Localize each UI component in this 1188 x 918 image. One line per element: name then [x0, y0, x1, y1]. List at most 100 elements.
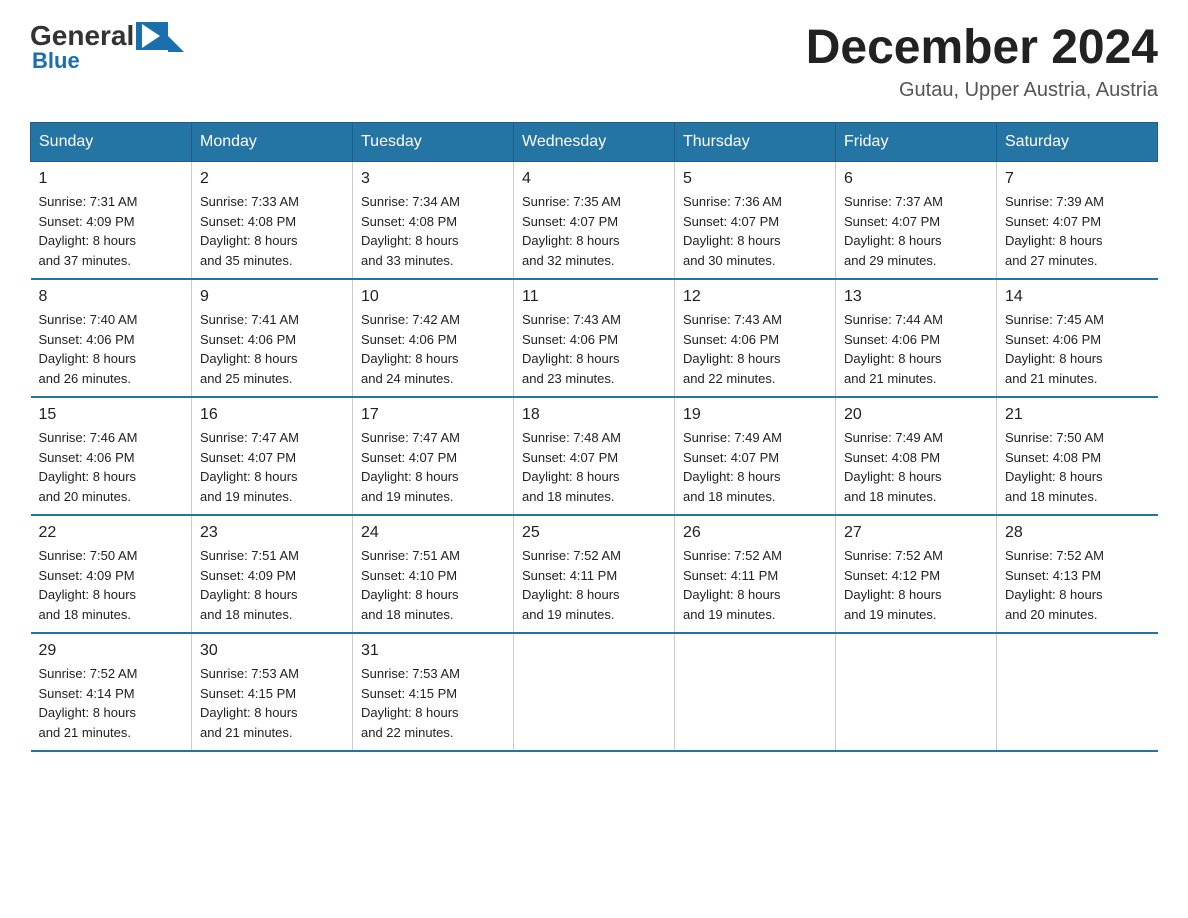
day-number: 2 [200, 170, 344, 188]
day-info: Sunrise: 7:33 AMSunset: 4:08 PMDaylight:… [200, 194, 299, 268]
day-number: 17 [361, 406, 505, 424]
day-number: 15 [39, 406, 184, 424]
calendar-cell: 27 Sunrise: 7:52 AMSunset: 4:12 PMDaylig… [836, 515, 997, 633]
calendar-cell: 13 Sunrise: 7:44 AMSunset: 4:06 PMDaylig… [836, 279, 997, 397]
calendar-cell [836, 633, 997, 751]
day-info: Sunrise: 7:42 AMSunset: 4:06 PMDaylight:… [361, 312, 460, 386]
day-info: Sunrise: 7:52 AMSunset: 4:13 PMDaylight:… [1005, 548, 1104, 622]
day-info: Sunrise: 7:44 AMSunset: 4:06 PMDaylight:… [844, 312, 943, 386]
calendar-cell: 12 Sunrise: 7:43 AMSunset: 4:06 PMDaylig… [675, 279, 836, 397]
col-wednesday: Wednesday [514, 123, 675, 162]
calendar-table: Sunday Monday Tuesday Wednesday Thursday… [30, 122, 1158, 752]
day-info: Sunrise: 7:52 AMSunset: 4:14 PMDaylight:… [39, 666, 138, 740]
day-info: Sunrise: 7:31 AMSunset: 4:09 PMDaylight:… [39, 194, 138, 268]
day-number: 16 [200, 406, 344, 424]
day-number: 23 [200, 524, 344, 542]
day-info: Sunrise: 7:48 AMSunset: 4:07 PMDaylight:… [522, 430, 621, 504]
calendar-cell: 26 Sunrise: 7:52 AMSunset: 4:11 PMDaylig… [675, 515, 836, 633]
day-number: 3 [361, 170, 505, 188]
logo-blue-box [136, 22, 168, 50]
day-number: 30 [200, 642, 344, 660]
calendar-cell: 11 Sunrise: 7:43 AMSunset: 4:06 PMDaylig… [514, 279, 675, 397]
calendar-cell: 18 Sunrise: 7:48 AMSunset: 4:07 PMDaylig… [514, 397, 675, 515]
day-info: Sunrise: 7:52 AMSunset: 4:12 PMDaylight:… [844, 548, 943, 622]
calendar-cell: 8 Sunrise: 7:40 AMSunset: 4:06 PMDayligh… [31, 279, 192, 397]
page-header: General Blue December 2024 Gutau, Upper … [30, 20, 1158, 102]
month-year-title: December 2024 [806, 20, 1158, 75]
calendar-cell: 24 Sunrise: 7:51 AMSunset: 4:10 PMDaylig… [353, 515, 514, 633]
day-info: Sunrise: 7:52 AMSunset: 4:11 PMDaylight:… [683, 548, 782, 622]
day-number: 14 [1005, 288, 1150, 306]
calendar-cell: 1 Sunrise: 7:31 AMSunset: 4:09 PMDayligh… [31, 162, 192, 280]
day-number: 12 [683, 288, 827, 306]
col-friday: Friday [836, 123, 997, 162]
day-info: Sunrise: 7:43 AMSunset: 4:06 PMDaylight:… [683, 312, 782, 386]
day-info: Sunrise: 7:52 AMSunset: 4:11 PMDaylight:… [522, 548, 621, 622]
day-number: 5 [683, 170, 827, 188]
day-number: 18 [522, 406, 666, 424]
calendar-week-row: 1 Sunrise: 7:31 AMSunset: 4:09 PMDayligh… [31, 162, 1158, 280]
calendar-cell: 3 Sunrise: 7:34 AMSunset: 4:08 PMDayligh… [353, 162, 514, 280]
day-number: 1 [39, 170, 184, 188]
calendar-cell [675, 633, 836, 751]
day-number: 24 [361, 524, 505, 542]
calendar-cell: 2 Sunrise: 7:33 AMSunset: 4:08 PMDayligh… [192, 162, 353, 280]
calendar-cell [514, 633, 675, 751]
day-info: Sunrise: 7:43 AMSunset: 4:06 PMDaylight:… [522, 312, 621, 386]
day-number: 9 [200, 288, 344, 306]
day-info: Sunrise: 7:49 AMSunset: 4:07 PMDaylight:… [683, 430, 782, 504]
col-thursday: Thursday [675, 123, 836, 162]
logo-blue-label: Blue [32, 48, 80, 74]
calendar-cell: 16 Sunrise: 7:47 AMSunset: 4:07 PMDaylig… [192, 397, 353, 515]
location-label: Gutau, Upper Austria, Austria [806, 79, 1158, 102]
day-info: Sunrise: 7:40 AMSunset: 4:06 PMDaylight:… [39, 312, 138, 386]
day-info: Sunrise: 7:47 AMSunset: 4:07 PMDaylight:… [361, 430, 460, 504]
calendar-cell: 4 Sunrise: 7:35 AMSunset: 4:07 PMDayligh… [514, 162, 675, 280]
calendar-cell: 20 Sunrise: 7:49 AMSunset: 4:08 PMDaylig… [836, 397, 997, 515]
day-number: 27 [844, 524, 988, 542]
calendar-cell: 15 Sunrise: 7:46 AMSunset: 4:06 PMDaylig… [31, 397, 192, 515]
col-monday: Monday [192, 123, 353, 162]
day-info: Sunrise: 7:47 AMSunset: 4:07 PMDaylight:… [200, 430, 299, 504]
calendar-week-row: 15 Sunrise: 7:46 AMSunset: 4:06 PMDaylig… [31, 397, 1158, 515]
calendar-cell: 22 Sunrise: 7:50 AMSunset: 4:09 PMDaylig… [31, 515, 192, 633]
day-number: 25 [522, 524, 666, 542]
col-tuesday: Tuesday [353, 123, 514, 162]
calendar-cell: 9 Sunrise: 7:41 AMSunset: 4:06 PMDayligh… [192, 279, 353, 397]
logo-triangle-icon [168, 36, 184, 52]
day-number: 21 [1005, 406, 1150, 424]
calendar-cell: 14 Sunrise: 7:45 AMSunset: 4:06 PMDaylig… [997, 279, 1158, 397]
day-number: 4 [522, 170, 666, 188]
day-number: 20 [844, 406, 988, 424]
logo: General Blue [30, 20, 184, 74]
day-number: 7 [1005, 170, 1150, 188]
calendar-cell: 6 Sunrise: 7:37 AMSunset: 4:07 PMDayligh… [836, 162, 997, 280]
calendar-cell: 21 Sunrise: 7:50 AMSunset: 4:08 PMDaylig… [997, 397, 1158, 515]
calendar-header-row: Sunday Monday Tuesday Wednesday Thursday… [31, 123, 1158, 162]
day-number: 11 [522, 288, 666, 306]
day-number: 13 [844, 288, 988, 306]
day-info: Sunrise: 7:51 AMSunset: 4:10 PMDaylight:… [361, 548, 460, 622]
calendar-week-row: 8 Sunrise: 7:40 AMSunset: 4:06 PMDayligh… [31, 279, 1158, 397]
day-number: 31 [361, 642, 505, 660]
day-info: Sunrise: 7:39 AMSunset: 4:07 PMDaylight:… [1005, 194, 1104, 268]
col-sunday: Sunday [31, 123, 192, 162]
calendar-cell: 10 Sunrise: 7:42 AMSunset: 4:06 PMDaylig… [353, 279, 514, 397]
calendar-cell: 28 Sunrise: 7:52 AMSunset: 4:13 PMDaylig… [997, 515, 1158, 633]
title-section: December 2024 Gutau, Upper Austria, Aust… [806, 20, 1158, 102]
calendar-cell: 29 Sunrise: 7:52 AMSunset: 4:14 PMDaylig… [31, 633, 192, 751]
calendar-week-row: 29 Sunrise: 7:52 AMSunset: 4:14 PMDaylig… [31, 633, 1158, 751]
day-info: Sunrise: 7:45 AMSunset: 4:06 PMDaylight:… [1005, 312, 1104, 386]
day-number: 26 [683, 524, 827, 542]
day-info: Sunrise: 7:50 AMSunset: 4:09 PMDaylight:… [39, 548, 138, 622]
calendar-cell: 7 Sunrise: 7:39 AMSunset: 4:07 PMDayligh… [997, 162, 1158, 280]
day-info: Sunrise: 7:35 AMSunset: 4:07 PMDaylight:… [522, 194, 621, 268]
calendar-week-row: 22 Sunrise: 7:50 AMSunset: 4:09 PMDaylig… [31, 515, 1158, 633]
calendar-cell: 25 Sunrise: 7:52 AMSunset: 4:11 PMDaylig… [514, 515, 675, 633]
day-number: 29 [39, 642, 184, 660]
day-info: Sunrise: 7:49 AMSunset: 4:08 PMDaylight:… [844, 430, 943, 504]
day-number: 6 [844, 170, 988, 188]
day-info: Sunrise: 7:53 AMSunset: 4:15 PMDaylight:… [361, 666, 460, 740]
calendar-cell: 5 Sunrise: 7:36 AMSunset: 4:07 PMDayligh… [675, 162, 836, 280]
col-saturday: Saturday [997, 123, 1158, 162]
